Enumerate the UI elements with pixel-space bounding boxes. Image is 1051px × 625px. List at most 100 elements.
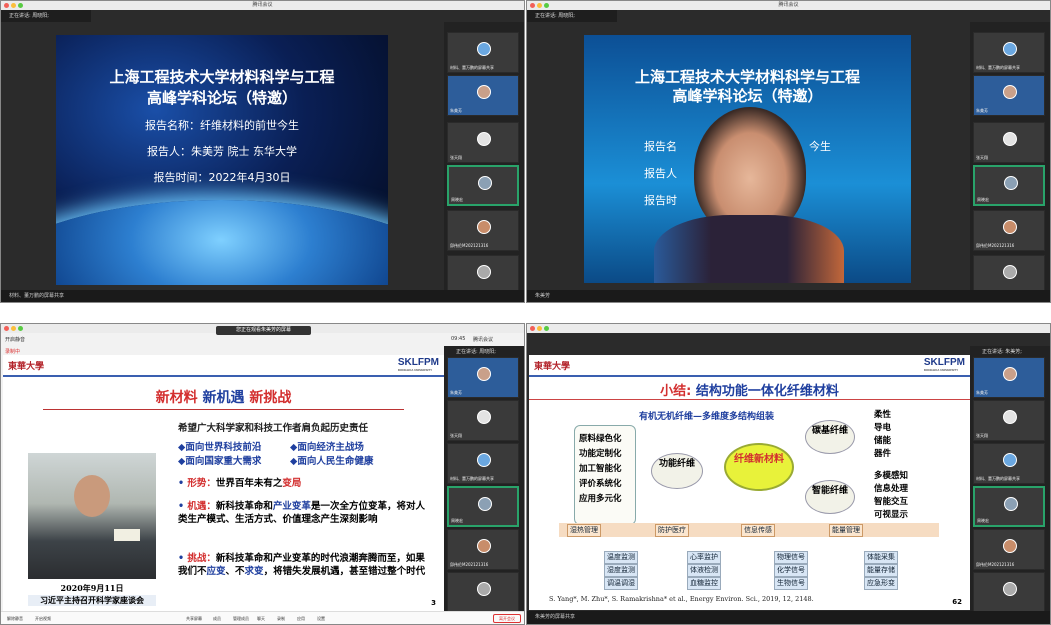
avatar bbox=[477, 582, 491, 596]
leave-button[interactable]: 离开会议 bbox=[493, 614, 521, 623]
avatar bbox=[477, 539, 491, 553]
participant-tile[interactable]: 邱伟伦M202121316 bbox=[447, 529, 519, 570]
participant-tile[interactable]: 张天翔 bbox=[447, 122, 519, 163]
category-tag: 信息传感 bbox=[741, 524, 775, 537]
meeting-window-2: 腾讯会议 正在讲话: 周晓阳; 上海工程技术大学材料科学与工程 高峰学科论坛（特… bbox=[526, 0, 1051, 303]
report-name: 报告名称：纤维材料的前世今生 bbox=[145, 119, 299, 132]
avatar bbox=[477, 42, 491, 56]
university-logo: 東華大學 bbox=[534, 362, 571, 372]
category-tag: 湿热管理 bbox=[567, 524, 601, 537]
meeting-toolbar: 解除静音 开启视频 共享屏幕 成员 管理成员 聊天 录制 应用 设置 离开会议 bbox=[1, 611, 524, 624]
avatar bbox=[477, 85, 491, 99]
avatar bbox=[1003, 539, 1017, 553]
lab-logo: SKLFPM DONGHUA UNIVERSITY bbox=[923, 357, 965, 372]
manage-button[interactable]: 管理成员 bbox=[233, 616, 249, 622]
participant-tile[interactable] bbox=[973, 572, 1045, 613]
participant-tile[interactable]: 张天翔 bbox=[973, 400, 1045, 441]
participant-panel: 材料、董万鹏的屏幕共享 朱美芳 张天翔 周晓宏 邱伟伦M202121316 bbox=[970, 22, 1050, 296]
avatar bbox=[1003, 410, 1017, 424]
participant-tile[interactable]: 张天翔 bbox=[973, 122, 1045, 163]
avatar bbox=[1003, 132, 1017, 146]
avatar bbox=[477, 367, 491, 381]
participant-tile[interactable]: 朱美芳 bbox=[973, 75, 1045, 116]
category-tag: 防护医疗 bbox=[655, 524, 689, 537]
photo-caption: 习近平主持召开科学家座谈会 bbox=[28, 595, 156, 606]
participant-tile[interactable]: 朱美芳 bbox=[973, 357, 1045, 398]
title-bar: 腾讯会议 bbox=[1, 1, 524, 10]
participant-tile[interactable]: 邱伟伦M202121316 bbox=[973, 529, 1045, 570]
participant-tile[interactable]: 周晓宏 bbox=[447, 165, 519, 206]
smart-list: 多模感知 信息处理 智能交互 可视显示 bbox=[874, 471, 909, 520]
lab-logo: SKLFPM DONGHUA UNIVERSITY bbox=[397, 357, 439, 372]
participant-tile[interactable]: 材料、董万鹏的屏幕共享 bbox=[447, 32, 519, 73]
slide-title-1: 上海工程技术大学材料科学与工程 bbox=[109, 68, 335, 86]
participant-tile[interactable]: 材料、董万鹏的屏幕共享 bbox=[447, 443, 519, 484]
apps-button[interactable]: 应用 bbox=[297, 616, 305, 622]
chat-button[interactable]: 聊天 bbox=[257, 616, 265, 622]
title-rule bbox=[43, 409, 404, 410]
participant-tile[interactable]: 周晓宏 bbox=[447, 486, 519, 527]
avatar bbox=[1004, 176, 1018, 190]
participant-tile[interactable]: 朱美芳 bbox=[447, 357, 519, 398]
speaking-indicator: 正在讲话: 周晓阳; bbox=[1, 10, 91, 22]
slide-header: 東華大學 SKLFPM DONGHUA UNIVERSITY bbox=[3, 355, 444, 377]
direction-4: ◆面向人民生命健康 bbox=[290, 456, 374, 467]
participant-tile[interactable]: 邱伟伦M202121316 bbox=[973, 210, 1045, 251]
participant-tile[interactable]: 材料、董万鹏的屏幕共享 bbox=[973, 32, 1045, 73]
subtitle: 有机无机纤维—多维度多结构组装 bbox=[639, 412, 775, 422]
page-number: 62 bbox=[952, 598, 962, 606]
slide-title-2: 高峰学科论坛（特邀） bbox=[146, 89, 297, 107]
avatar bbox=[477, 410, 491, 424]
avatar bbox=[1003, 220, 1017, 234]
avatar bbox=[477, 265, 491, 279]
slide-header: 東華大學 SKLFPM DONGHUA UNIVERSITY bbox=[529, 355, 970, 377]
slide-title: 新材料 新机遇 新挑战 bbox=[155, 390, 292, 406]
bullet-challenge: • 挑战：新科技革命和产业变革的时代浪潮奔腾而至，如果我们不应变、不求变，将错失… bbox=[178, 553, 426, 577]
smart-fiber: 智能纤维 bbox=[805, 480, 855, 514]
avatar bbox=[478, 176, 492, 190]
participant-tile[interactable]: 张天翔 bbox=[447, 400, 519, 441]
avatar bbox=[1003, 367, 1017, 381]
participant-tile[interactable]: 朱美芳 bbox=[447, 75, 519, 116]
mute-badge[interactable]: 开启静音 bbox=[5, 336, 25, 344]
photo-date: 2020年9月11日 bbox=[60, 583, 124, 593]
reference: S. Yang*, M. Zhu*, S. Ramakrishna* et al… bbox=[549, 595, 814, 603]
university-logo: 東華大學 bbox=[8, 362, 45, 372]
title-bar: 腾讯会议 bbox=[527, 1, 1050, 10]
slide-title: 小结: 结构功能一体化纤维材料 bbox=[660, 384, 839, 399]
participant-tile[interactable]: 邱伟伦M202121316 bbox=[447, 210, 519, 251]
participant-tile[interactable]: 周晓宏 bbox=[973, 486, 1045, 527]
direction-1: ◆面向世界科技前沿 bbox=[178, 442, 262, 453]
shared-slide: 上海工程技术大学材料科学与工程 高峰学科论坛（特邀） 报告名称：纤维材料的前世今… bbox=[56, 35, 388, 285]
status-bar: 朱美芳 bbox=[527, 290, 1050, 302]
participant-tile[interactable] bbox=[447, 572, 519, 613]
avatar bbox=[1003, 582, 1017, 596]
unmute-button[interactable]: 解除静音 bbox=[7, 616, 23, 622]
record-button[interactable]: 录制 bbox=[277, 616, 285, 622]
avatar bbox=[477, 220, 491, 234]
screen-share-banner: 您正在观看朱美芳的屏幕 bbox=[216, 326, 311, 335]
speaking-indicator: 正在讲话: 周晓阳; bbox=[527, 10, 617, 22]
members-button[interactable]: 成员 bbox=[213, 616, 221, 622]
video-button[interactable]: 开启视频 bbox=[35, 616, 51, 622]
left-list: 原料绿色化 功能定制化 加工智能化 评价系统化 应用多元化 bbox=[574, 425, 636, 525]
lead-text: 希望广大科学家和科技工作者肩负起历史责任 bbox=[178, 423, 369, 434]
nameplate bbox=[114, 529, 140, 541]
settings-button[interactable]: 设置 bbox=[317, 616, 325, 622]
status-bar: 朱美芳的屏幕共享 bbox=[527, 611, 1050, 624]
shared-slide: 東華大學 SKLFPM DONGHUA UNIVERSITY 小结: 结构功能一体化… bbox=[529, 355, 970, 610]
participant-tile[interactable]: 周晓宏 bbox=[973, 165, 1045, 206]
participant-panel: 正在讲话: 朱美芳; 朱美芳 张天翔 材料、董万鹏的屏幕共享 周晓宏 邱伟伦M2… bbox=[970, 346, 1050, 613]
report-time: 报告时间：2022年4月30日 bbox=[153, 171, 291, 184]
avatar bbox=[1003, 265, 1017, 279]
fiber-new-material: 纤维新材料 bbox=[724, 443, 794, 491]
avatar bbox=[477, 453, 491, 467]
title-bar bbox=[527, 324, 1050, 333]
title-rule bbox=[529, 399, 970, 400]
photo-head bbox=[74, 475, 110, 517]
speaker-video: 上海工程技术大学材料科学与工程 高峰学科论坛（特邀） 报告名 今生 报告人 报告… bbox=[584, 35, 911, 283]
share-screen-button[interactable]: 共享屏幕 bbox=[186, 616, 202, 622]
avatar bbox=[1003, 42, 1017, 56]
carbon-list: 柔性 导电 储能 器件 bbox=[874, 410, 892, 459]
participant-tile[interactable]: 材料、董万鹏的屏幕共享 bbox=[973, 443, 1045, 484]
